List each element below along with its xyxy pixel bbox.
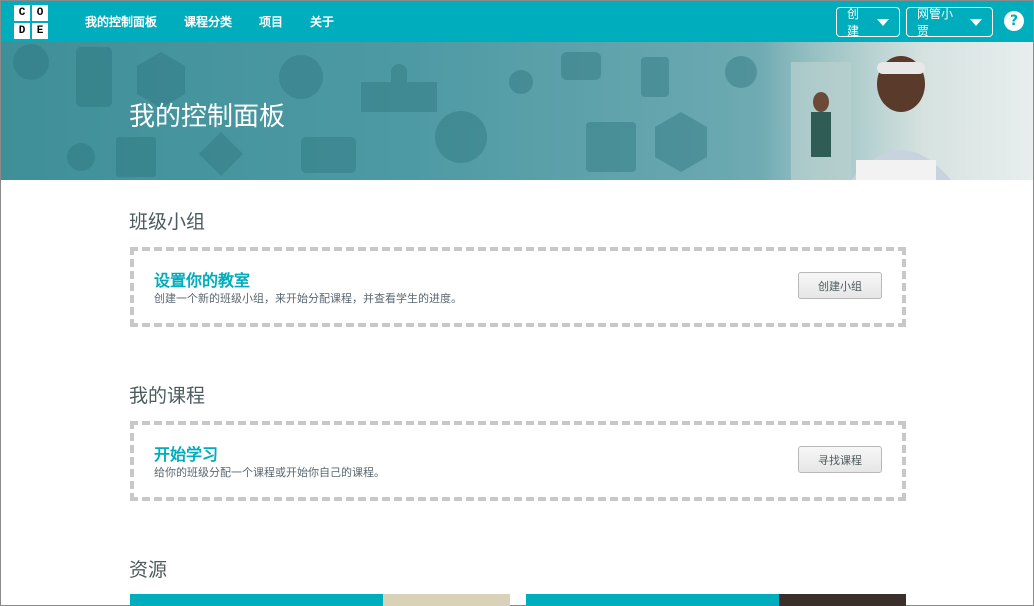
- find-course-button[interactable]: 寻找课程: [798, 446, 882, 473]
- section-title-classrooms: 班级小组: [129, 211, 206, 233]
- section-title-resources: 资源: [129, 559, 168, 581]
- resource-card-1-image: [383, 594, 510, 606]
- code-logo[interactable]: C O D E: [14, 5, 48, 39]
- logo-letter-c: C: [14, 5, 30, 21]
- section-title-courses: 我的课程: [129, 385, 206, 407]
- user-menu-button[interactable]: 网管小贾: [906, 7, 993, 38]
- nav-dashboard[interactable]: 我的控制面板: [85, 13, 157, 30]
- nav-projects[interactable]: 项目: [259, 13, 283, 30]
- main-nav: 我的控制面板 课程分类 项目 关于: [85, 1, 361, 42]
- top-navbar: C O D E 我的控制面板 课程分类 项目 关于 创建 网管小贾 ?: [1, 1, 1033, 42]
- create-section-button[interactable]: 创建小组: [798, 272, 882, 299]
- resource-card-2-image: [779, 594, 906, 606]
- banner-icon-pattern: [13, 44, 757, 177]
- logo-letter-e: E: [32, 23, 48, 39]
- student-illustration: [791, 56, 951, 180]
- page-title: 我的控制面板: [129, 102, 286, 132]
- nav-course-catalog[interactable]: 课程分类: [184, 13, 232, 30]
- start-learning-description: 给你的班级分配一个课程或开始你自己的课程。: [154, 466, 385, 479]
- resource-card-1[interactable]: [130, 594, 510, 606]
- user-menu-label: 网管小贾: [917, 7, 954, 38]
- chevron-down-icon: [877, 18, 889, 26]
- logo-letter-o: O: [32, 5, 48, 21]
- help-icon[interactable]: ?: [1004, 11, 1024, 31]
- classroom-setup-heading: 设置你的教室: [154, 271, 251, 290]
- create-dropdown-label: 创建: [847, 7, 860, 38]
- classroom-setup-description: 创建一个新的班级小组，来开始分配课程，并查看学生的进度。: [154, 292, 462, 305]
- start-learning-card: 开始学习 给你的班级分配一个课程或开始你自己的课程。 寻找课程: [130, 421, 906, 501]
- chevron-down-icon: [970, 18, 982, 26]
- nav-about[interactable]: 关于: [310, 13, 334, 30]
- start-learning-heading: 开始学习: [154, 445, 219, 464]
- create-dropdown-button[interactable]: 创建: [836, 7, 900, 38]
- resource-card-2[interactable]: [526, 594, 906, 606]
- banner-student-photo: [761, 42, 1033, 180]
- dashboard-banner: 我的控制面板: [1, 42, 1033, 180]
- logo-letter-d: D: [14, 23, 30, 39]
- classroom-setup-card: 设置你的教室 创建一个新的班级小组，来开始分配课程，并查看学生的进度。 创建小组: [130, 247, 906, 327]
